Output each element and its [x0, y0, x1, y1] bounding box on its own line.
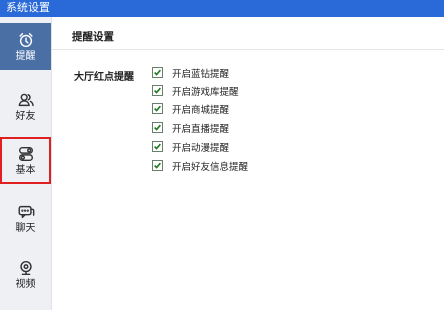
option-game-library[interactable]: 开启游戏库提醒 [152, 84, 239, 98]
option-anime[interactable]: 开启动漫提醒 [152, 140, 230, 154]
window-titlebar: 系统设置 [0, 0, 444, 17]
option-label: 开启商城提醒 [172, 104, 230, 116]
sidebar-item-label: 聊天 [15, 222, 36, 234]
sidebar-item-friends[interactable]: 好友 [0, 83, 51, 130]
sidebar: 提醒 好友 基本 聊天 视频 [0, 17, 52, 310]
checkbox[interactable] [152, 122, 163, 133]
checkmark-icon [154, 69, 161, 76]
sidebar-item-label: 好友 [15, 110, 36, 122]
option-label: 开启直播提醒 [172, 123, 230, 135]
window-title: 系统设置 [6, 1, 50, 14]
checkbox[interactable] [152, 103, 163, 114]
sidebar-item-basic[interactable]: 基本 [0, 137, 51, 184]
checkbox[interactable] [152, 160, 163, 171]
checkbox[interactable] [152, 85, 163, 96]
sidebar-item-video[interactable]: 视频 [0, 251, 51, 298]
checkmark-icon [154, 162, 161, 169]
chat-bubble-icon [18, 205, 34, 218]
option-live[interactable]: 开启直播提醒 [152, 121, 230, 135]
option-blue-diamond[interactable]: 开启蓝钻提醒 [152, 66, 230, 80]
option-label: 开启好友信息提醒 [172, 161, 249, 173]
option-mall[interactable]: 开启商城提醒 [152, 102, 230, 116]
checkmark-icon [154, 87, 161, 94]
option-label: 开启游戏库提醒 [172, 86, 239, 98]
sidebar-item-label: 基本 [15, 164, 36, 176]
option-friend-info[interactable]: 开启好友信息提醒 [152, 159, 249, 173]
page-header: 提醒设置 [52, 17, 444, 50]
option-label: 开启动漫提醒 [172, 142, 230, 154]
toggle-switch-icon [18, 146, 33, 161]
section-label: 大厅红点提醒 [74, 72, 134, 83]
page-title: 提醒设置 [72, 31, 114, 43]
sidebar-item-label: 提醒 [15, 50, 36, 62]
option-label: 开启蓝钻提醒 [172, 68, 230, 80]
sidebar-item-label: 视频 [15, 278, 36, 290]
sidebar-item-chat[interactable]: 聊天 [0, 195, 51, 242]
checkmark-icon [154, 124, 161, 131]
checkmark-icon [154, 105, 161, 112]
alarm-clock-icon [18, 32, 33, 47]
checkbox[interactable] [152, 67, 163, 78]
sidebar-item-reminders[interactable]: 提醒 [0, 23, 51, 70]
friends-icon [18, 93, 34, 106]
checkmark-icon [154, 143, 161, 150]
webcam-icon [19, 260, 32, 275]
checkbox[interactable] [152, 141, 163, 152]
